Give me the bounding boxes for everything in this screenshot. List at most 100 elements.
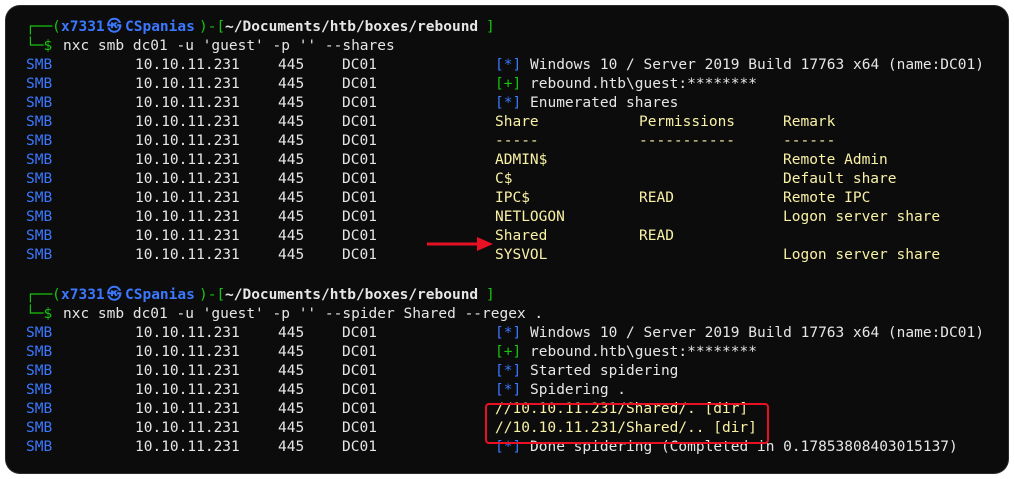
prompt-corner: ┌── xyxy=(26,19,53,35)
status-message: Enumerated shares xyxy=(530,95,679,111)
share-permission: READ xyxy=(639,190,674,206)
protocol-label: SMB xyxy=(26,190,53,206)
ip-address: 10.10.11.231 xyxy=(135,133,240,149)
ip-address: 10.10.11.231 xyxy=(135,57,240,73)
share-remark: Logon server share xyxy=(783,247,941,263)
port-number: 445 xyxy=(278,247,305,263)
share-remark: Remote Admin xyxy=(783,152,888,168)
protocol-label: SMB xyxy=(26,401,53,417)
protocol-label: SMB xyxy=(26,57,53,73)
prompt-user: x7331 xyxy=(61,287,105,303)
prompt-line-1: ┌── ( x7331 ㉿ CSpanias )-[ ~/Documents/h… xyxy=(26,18,495,37)
ip-address: 10.10.11.231 xyxy=(135,325,240,341)
host-name: DC01 xyxy=(342,420,377,436)
share-name: Share xyxy=(495,114,539,130)
prompt-at: ㉿ xyxy=(107,19,122,35)
protocol-label: SMB xyxy=(26,152,53,168)
prompt-host: CSpanias xyxy=(125,287,195,303)
status-tag: [+] xyxy=(495,76,522,92)
command-text: nxc smb dc01 -u 'guest' -p '' --spider S… xyxy=(63,306,544,322)
status-message: Windows 10 / Server 2019 Build 17763 x64… xyxy=(530,325,984,341)
status-message: Spidering . xyxy=(530,382,627,398)
ip-address: 10.10.11.231 xyxy=(135,363,240,379)
ip-address: 10.10.11.231 xyxy=(135,247,240,263)
prompt-sep: )-[ xyxy=(199,287,226,303)
port-number: 445 xyxy=(278,344,305,360)
command-line-2: └─$ nxc smb dc01 -u 'guest' -p '' --spid… xyxy=(26,305,543,324)
ip-address: 10.10.11.231 xyxy=(135,152,240,168)
ip-address: 10.10.11.231 xyxy=(135,228,240,244)
share-name: SYSVOL xyxy=(495,247,548,263)
ip-address: 10.10.11.231 xyxy=(135,382,240,398)
port-number: 445 xyxy=(278,114,305,130)
status-message: rebound.htb\guest:******** xyxy=(530,76,757,92)
port-number: 445 xyxy=(278,76,305,92)
protocol-label: SMB xyxy=(26,325,53,341)
share-name: Shared xyxy=(495,228,548,244)
port-number: 445 xyxy=(278,209,305,225)
status-message: Windows 10 / Server 2019 Build 17763 x64… xyxy=(530,57,984,73)
ip-address: 10.10.11.231 xyxy=(135,114,240,130)
host-name: DC01 xyxy=(342,133,377,149)
protocol-label: SMB xyxy=(26,209,53,225)
host-name: DC01 xyxy=(342,57,377,73)
host-name: DC01 xyxy=(342,95,377,111)
ip-address: 10.10.11.231 xyxy=(135,420,240,436)
share-remark: ------ xyxy=(783,133,836,149)
prompt-close: ] xyxy=(486,287,495,303)
host-name: DC01 xyxy=(342,401,377,417)
ip-address: 10.10.11.231 xyxy=(135,76,240,92)
host-name: DC01 xyxy=(342,382,377,398)
protocol-label: SMB xyxy=(26,382,53,398)
protocol-label: SMB xyxy=(26,363,53,379)
host-name: DC01 xyxy=(342,152,377,168)
host-name: DC01 xyxy=(342,228,377,244)
protocol-label: SMB xyxy=(26,95,53,111)
port-number: 445 xyxy=(278,95,305,111)
protocol-label: SMB xyxy=(26,439,53,455)
host-name: DC01 xyxy=(342,344,377,360)
command-line-1: └─$ nxc smb dc01 -u 'guest' -p '' --shar… xyxy=(26,37,395,56)
prompt-path: ~/Documents/htb/boxes/rebound xyxy=(225,19,479,35)
port-number: 445 xyxy=(278,325,305,341)
protocol-label: SMB xyxy=(26,228,53,244)
protocol-label: SMB xyxy=(26,76,53,92)
prompt-line-2: ┌── ( x7331 ㉿ CSpanias )-[ ~/Documents/h… xyxy=(26,286,495,305)
share-name: ADMIN$ xyxy=(495,152,548,168)
prompt-at: ㉿ xyxy=(107,287,122,303)
ip-address: 10.10.11.231 xyxy=(135,209,240,225)
command-text: nxc smb dc01 -u 'guest' -p '' --shares xyxy=(63,38,395,54)
prompt-path: ~/Documents/htb/boxes/rebound xyxy=(225,287,479,303)
prompt-host: CSpanias xyxy=(125,19,195,35)
port-number: 445 xyxy=(278,420,305,436)
share-name: ----- xyxy=(495,133,539,149)
ip-address: 10.10.11.231 xyxy=(135,401,240,417)
status-message: Started spidering xyxy=(530,363,679,379)
host-name: DC01 xyxy=(342,363,377,379)
protocol-label: SMB xyxy=(26,114,53,130)
host-name: DC01 xyxy=(342,114,377,130)
prompt-close: ] xyxy=(486,19,495,35)
host-name: DC01 xyxy=(342,439,377,455)
share-name: C$ xyxy=(495,171,513,187)
share-name: NETLOGON xyxy=(495,209,565,225)
host-name: DC01 xyxy=(342,325,377,341)
port-number: 445 xyxy=(278,57,305,73)
prompt-sep: )-[ xyxy=(199,19,226,35)
share-permission: ----------- xyxy=(639,133,736,149)
highlight-box xyxy=(485,403,769,444)
ip-address: 10.10.11.231 xyxy=(135,190,240,206)
prompt-paren: ( xyxy=(52,19,61,35)
host-name: DC01 xyxy=(342,171,377,187)
protocol-label: SMB xyxy=(26,171,53,187)
terminal-window[interactable]: ┌── ( x7331 ㉿ CSpanias )-[ ~/Documents/h… xyxy=(6,6,1008,473)
ip-address: 10.10.11.231 xyxy=(135,171,240,187)
share-remark: Default share xyxy=(783,171,897,187)
share-permission: Permissions xyxy=(639,114,736,130)
share-remark: Remote IPC xyxy=(783,190,871,206)
port-number: 445 xyxy=(278,363,305,379)
share-remark: Logon server share xyxy=(783,209,941,225)
prompt-paren: ( xyxy=(52,287,61,303)
share-remark: Remark xyxy=(783,114,836,130)
port-number: 445 xyxy=(278,401,305,417)
